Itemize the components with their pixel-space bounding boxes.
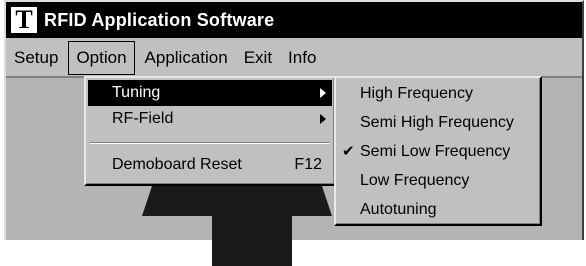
submenu-item-label: Autotuning [360,201,437,218]
submenu-item-label: Low Frequency [360,172,470,189]
menu-separator [90,142,330,144]
menu-item-tuning[interactable]: Tuning [88,80,332,106]
window-title: RFID Application Software [44,9,275,30]
submenu-item-autotuning[interactable]: Autotuning [338,196,538,224]
submenu-item-label: High Frequency [360,85,473,102]
menu-item-tuning-label: Tuning [112,84,161,101]
title-bar: T RFID Application Software [6,2,582,38]
shortcut-label: F12 [294,156,322,173]
menu-exit[interactable]: Exit [236,41,280,75]
menu-bar: Setup Option Application Exit Info [6,40,582,76]
tuning-submenu: High Frequency Semi High Frequency ✔ Sem… [334,76,542,226]
menu-setup[interactable]: Setup [6,41,66,75]
submenu-item-semi-high-frequency[interactable]: Semi High Frequency [338,109,538,137]
menu-item-rf-field-label: RF-Field [112,110,174,127]
menu-option[interactable]: Option [68,41,135,75]
app-logo-icon: T [10,6,38,34]
submenu-item-label: Semi High Frequency [360,114,514,131]
menu-application[interactable]: Application [137,41,236,75]
submenu-arrow-icon [320,88,326,98]
menu-item-demoboard-reset-label: Demoboard Reset [112,156,242,173]
submenu-item-low-frequency[interactable]: Low Frequency [338,167,538,195]
option-dropdown-menu: Tuning RF-Field Demoboard Reset F12 [84,76,336,186]
submenu-arrow-icon [320,114,326,124]
submenu-item-high-frequency[interactable]: High Frequency [338,80,538,108]
submenu-item-semi-low-frequency[interactable]: ✔ Semi Low Frequency [338,138,538,166]
checkmark-icon: ✔ [342,143,355,160]
menu-info[interactable]: Info [280,41,324,75]
submenu-item-label: Semi Low Frequency [360,143,511,160]
menu-item-demoboard-reset[interactable]: Demoboard Reset F12 [88,152,332,178]
logo-background-graphic [142,186,332,266]
menu-item-rf-field[interactable]: RF-Field [88,106,332,132]
